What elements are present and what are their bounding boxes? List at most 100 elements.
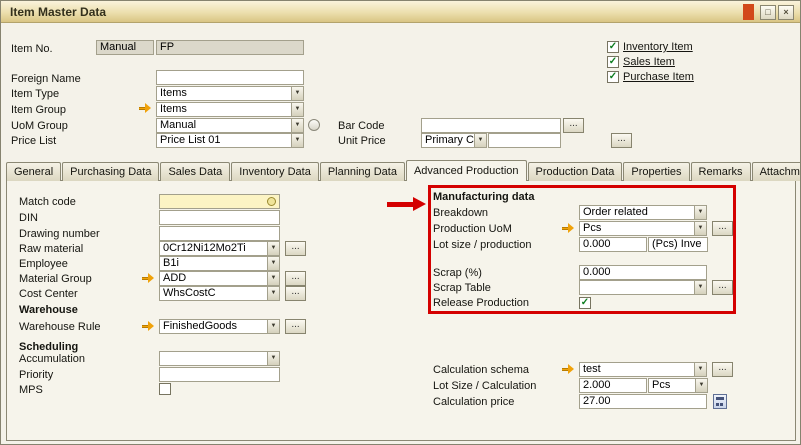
cost-center-browse-button[interactable]: ...	[285, 286, 306, 301]
circle-icon[interactable]	[308, 119, 320, 131]
titlebar-accent	[743, 4, 754, 20]
material-group-browse-button[interactable]: ...	[285, 271, 306, 286]
price-list-combo[interactable]: Price List 01 ▼	[156, 133, 304, 148]
release-production-checkbox[interactable]: ✓	[579, 297, 591, 309]
lot-size-calculation-input[interactable]: 2.000	[579, 378, 647, 393]
lot-size-production-label: Lot size / production	[433, 239, 531, 252]
lot-size-production-uom-field[interactable]: (Pcs) Inve	[648, 237, 708, 252]
item-group-value: Items	[157, 103, 291, 116]
chevron-down-icon[interactable]: ▼	[291, 134, 303, 147]
din-input[interactable]	[159, 210, 280, 225]
choose-from-list-icon[interactable]	[267, 197, 276, 206]
chevron-down-icon[interactable]: ▼	[694, 222, 706, 235]
accumulation-combo[interactable]: ▼	[159, 351, 280, 366]
chevron-down-icon[interactable]: ▼	[267, 257, 279, 270]
link-arrow-icon[interactable]	[141, 321, 155, 332]
link-arrow-icon[interactable]	[141, 273, 155, 284]
item-no-field[interactable]: FP	[156, 40, 304, 55]
tab-general[interactable]: General	[6, 162, 61, 181]
inventory-item-label: Inventory Item	[623, 41, 693, 54]
production-uom-browse-button[interactable]: ...	[712, 221, 733, 236]
chevron-down-icon[interactable]: ▼	[267, 352, 279, 365]
chevron-down-icon[interactable]: ▼	[267, 242, 279, 255]
chevron-down-icon[interactable]: ▼	[267, 272, 279, 285]
chevron-down-icon[interactable]: ▼	[474, 134, 486, 147]
tab-purchasing-data[interactable]: Purchasing Data	[62, 162, 159, 181]
tab-attachments[interactable]: Attachments	[752, 162, 800, 181]
warehouse-rule-browse-button[interactable]: ...	[285, 319, 306, 334]
calculation-schema-combo[interactable]: test ▼	[579, 362, 707, 377]
drawing-number-label: Drawing number	[19, 228, 100, 241]
release-production-label: Release Production	[433, 297, 529, 310]
production-uom-combo[interactable]: Pcs ▼	[579, 221, 707, 236]
scrap-table-browse-button[interactable]: ...	[712, 280, 733, 295]
calculation-price-label: Calculation price	[433, 396, 514, 409]
unit-price-currency-value: Primary Curr	[422, 134, 474, 147]
inventory-item-checkbox[interactable]: ✓	[607, 41, 619, 53]
item-group-combo[interactable]: Items ▼	[156, 102, 304, 117]
lot-size-production-input[interactable]: 0.000	[579, 237, 647, 252]
manufacturing-section-header: Manufacturing data	[433, 191, 534, 204]
tab-sales-data[interactable]: Sales Data	[160, 162, 230, 181]
material-group-combo[interactable]: ADD ▼	[159, 271, 280, 286]
warehouse-rule-value: FinishedGoods	[160, 320, 267, 333]
cost-center-value: WhsCostC	[160, 287, 267, 300]
chevron-down-icon[interactable]: ▼	[694, 281, 706, 294]
raw-material-combo[interactable]: 0Cr12Ni12Mo2Ti ▼	[159, 241, 280, 256]
foreign-name-input[interactable]	[156, 70, 304, 85]
tab-production-data[interactable]: Production Data	[528, 162, 623, 181]
priority-input[interactable]	[159, 367, 280, 382]
chevron-down-icon[interactable]: ▼	[291, 119, 303, 132]
chevron-down-icon[interactable]: ▼	[694, 363, 706, 376]
chevron-down-icon[interactable]: ▼	[291, 87, 303, 100]
chevron-down-icon[interactable]: ▼	[291, 103, 303, 116]
lot-size-calculation-uom-combo[interactable]: Pcs ▼	[648, 378, 708, 393]
chevron-down-icon[interactable]: ▼	[267, 287, 279, 300]
restore-button[interactable]: □	[760, 5, 776, 20]
bar-code-input[interactable]	[421, 118, 561, 133]
scrap-table-combo[interactable]: ▼	[579, 280, 707, 295]
employee-combo[interactable]: B1i ▼	[159, 256, 280, 271]
unit-price-label: Unit Price	[338, 135, 386, 148]
tab-advanced-production[interactable]: Advanced Production	[406, 160, 527, 181]
tab-inventory-data[interactable]: Inventory Data	[231, 162, 319, 181]
sales-item-checkbox[interactable]: ✓	[607, 56, 619, 68]
unit-price-input[interactable]	[488, 133, 561, 148]
scrap-table-label: Scrap Table	[433, 282, 491, 295]
accumulation-value	[160, 352, 267, 365]
titlebar[interactable]: Item Master Data □ ×	[1, 1, 800, 23]
chevron-down-icon[interactable]: ▼	[695, 379, 707, 392]
tab-properties[interactable]: Properties	[623, 162, 689, 181]
link-arrow-icon[interactable]	[138, 103, 152, 114]
bar-code-browse-button[interactable]: ...	[563, 118, 584, 133]
scrap-pct-input[interactable]: 0.000	[579, 265, 707, 280]
match-code-input[interactable]	[159, 194, 280, 209]
employee-label: Employee	[19, 258, 68, 271]
item-type-combo[interactable]: Items ▼	[156, 86, 304, 101]
material-group-value: ADD	[160, 272, 267, 285]
raw-material-browse-button[interactable]: ...	[285, 241, 306, 256]
link-arrow-icon[interactable]	[561, 364, 575, 375]
chevron-down-icon[interactable]: ▼	[694, 206, 706, 219]
link-arrow-icon[interactable]	[561, 223, 575, 234]
cost-center-label: Cost Center	[19, 288, 78, 301]
tab-planning-data[interactable]: Planning Data	[320, 162, 405, 181]
close-button[interactable]: ×	[778, 5, 794, 20]
cost-center-combo[interactable]: WhsCostC ▼	[159, 286, 280, 301]
purchase-item-checkbox[interactable]: ✓	[607, 71, 619, 83]
warehouse-rule-combo[interactable]: FinishedGoods ▼	[159, 319, 280, 334]
chevron-down-icon[interactable]: ▼	[267, 320, 279, 333]
tab-remarks[interactable]: Remarks	[691, 162, 751, 181]
calculation-schema-browse-button[interactable]: ...	[712, 362, 733, 377]
uom-group-combo[interactable]: Manual ▼	[156, 118, 304, 133]
production-uom-value: Pcs	[580, 222, 694, 235]
item-no-mode-field[interactable]: Manual	[96, 40, 154, 55]
breakdown-combo[interactable]: Order related ▼	[579, 205, 707, 220]
raw-material-label: Raw material	[19, 243, 83, 256]
unit-price-currency-combo[interactable]: Primary Curr ▼	[421, 133, 487, 148]
calculator-icon[interactable]	[713, 394, 727, 409]
mps-checkbox[interactable]	[159, 383, 171, 395]
unit-price-browse-button[interactable]: ...	[611, 133, 632, 148]
drawing-number-input[interactable]	[159, 226, 280, 241]
calculation-price-input[interactable]: 27.00	[579, 394, 707, 409]
